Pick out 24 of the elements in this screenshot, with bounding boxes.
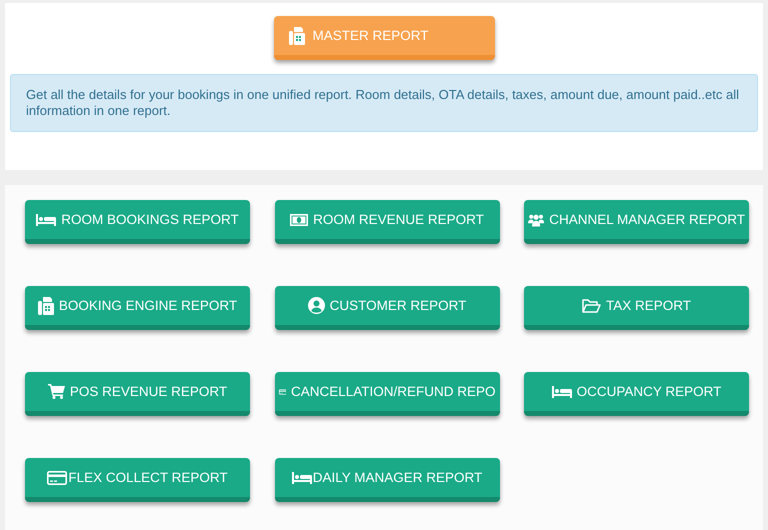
cart-icon [48, 384, 65, 399]
bed-icon [292, 472, 312, 484]
bed-icon [552, 386, 572, 398]
user-icon [308, 297, 325, 314]
credit-card-icon [47, 470, 68, 484]
info-message: Get all the details for your bookings in one unified report. Room details, OTA details, taxes, amount due, amount paid..etc all information in one report. [10, 74, 758, 132]
report-button[interactable]: CHANNEL MANAGER REPORT [524, 200, 749, 244]
report-button[interactable]: OCCUPANCY REPORT [524, 372, 749, 416]
fax-icon [38, 296, 54, 314]
report-button[interactable]: FLEX COLLECT REPORT [25, 458, 250, 502]
banknote-icon [290, 214, 308, 226]
users-icon [528, 212, 544, 228]
report-button[interactable]: CANCELLATION/REFUND REPO [274, 372, 500, 416]
report-button[interactable]: CUSTOMER REPORT [274, 286, 500, 330]
report-button[interactable]: DAILY MANAGER REPORT [274, 458, 500, 502]
fax-icon [288, 26, 304, 44]
master-report-button[interactable]: MASTER REPORT [274, 16, 494, 60]
report-button[interactable]: TAX REPORT [524, 286, 749, 330]
report-button[interactable]: ROOM BOOKINGS REPORT [25, 200, 250, 244]
folder-icon [582, 298, 601, 312]
report-button[interactable]: POS REVENUE REPORT [25, 372, 250, 416]
bed-icon [36, 214, 56, 226]
report-button[interactable]: BOOKING ENGINE REPORT [25, 286, 250, 330]
report-button[interactable]: ROOM REVENUE REPORT [274, 200, 500, 244]
